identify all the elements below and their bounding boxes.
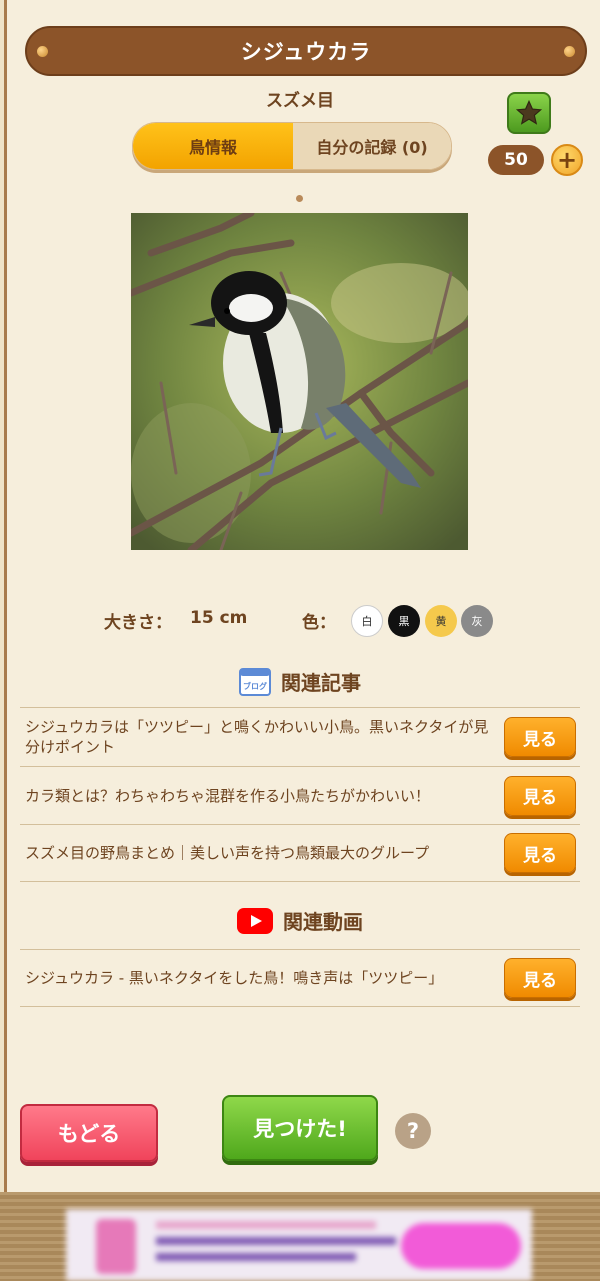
video-title[interactable]: シジュウカラ - 黒いネクタイをした鳥！鳴き声は「ツツピー」 bbox=[20, 968, 504, 988]
blog-icon: ブログ bbox=[239, 667, 271, 696]
found-button[interactable]: 見つけた! bbox=[222, 1095, 378, 1161]
blog-icon-text: ブログ bbox=[243, 681, 267, 691]
video-row: シジュウカラ - 黒いネクタイをした鳥！鳴き声は「ツツピー」 見る bbox=[20, 949, 580, 1007]
article-title[interactable]: スズメ目の野鳥まとめ｜美しい声を持つ鳥類最大のグループ bbox=[20, 843, 504, 863]
back-button[interactable]: もどる bbox=[20, 1104, 158, 1162]
page-indicator bbox=[296, 195, 303, 202]
article-row: スズメ目の野鳥まとめ｜美しい声を持つ鳥類最大のグループ 見る bbox=[20, 824, 580, 882]
articles-heading: ブログ 関連記事 bbox=[0, 667, 600, 696]
page-panel: シジュウカラ bbox=[4, 0, 600, 1192]
bird-photo bbox=[131, 213, 468, 550]
size-value: 15 cm bbox=[190, 608, 248, 628]
tab-bird-info[interactable]: 鳥情報 bbox=[133, 123, 293, 169]
coin-count: 50 bbox=[488, 145, 544, 175]
tab-bar: 鳥情報 自分の記録 (0) bbox=[132, 122, 452, 170]
see-article-button[interactable]: 見る bbox=[504, 833, 576, 873]
add-coins-button[interactable]: + bbox=[551, 144, 583, 176]
page-title: シジュウカラ bbox=[240, 40, 372, 64]
size-label: 大きさ： bbox=[104, 613, 172, 633]
color-label: 色： bbox=[302, 613, 336, 633]
color-swatch-black: 黒 bbox=[388, 605, 420, 637]
article-title[interactable]: カラ類とは？わちゃわちゃ混群を作る小鳥たちがかわいい！ bbox=[20, 786, 504, 806]
title-bar: シジュウカラ bbox=[25, 26, 587, 76]
see-article-button[interactable]: 見る bbox=[504, 775, 576, 816]
color-swatch-gray: 灰 bbox=[461, 605, 493, 637]
see-article-button[interactable]: 見る bbox=[504, 717, 576, 757]
see-video-button[interactable]: 見る bbox=[504, 958, 576, 998]
star-icon bbox=[515, 99, 543, 125]
color-swatch-yellow: 黄 bbox=[425, 605, 457, 637]
articles-heading-text: 関連記事 bbox=[281, 671, 361, 695]
videos-heading-text: 関連動画 bbox=[283, 910, 363, 934]
color-swatch-white: 白 bbox=[351, 605, 383, 637]
ad-banner[interactable] bbox=[66, 1209, 532, 1281]
article-row: カラ類とは？わちゃわちゃ混群を作る小鳥たちがかわいい！ 見る bbox=[20, 766, 580, 824]
article-row: シジュウカラは「ツツピー」と鳴くかわいい小鳥。黒いネクタイが見分けポイント 見る bbox=[20, 707, 580, 766]
rivet-right-icon bbox=[564, 46, 575, 57]
tab-my-records[interactable]: 自分の記録 (0) bbox=[293, 123, 451, 169]
youtube-icon bbox=[237, 907, 273, 934]
help-button[interactable]: ? bbox=[395, 1113, 431, 1149]
rivet-left-icon bbox=[37, 46, 48, 57]
videos-heading: 関連動画 bbox=[0, 906, 600, 935]
article-title[interactable]: シジュウカラは「ツツピー」と鳴くかわいい小鳥。黒いネクタイが見分けポイント bbox=[20, 717, 504, 757]
favorite-button[interactable] bbox=[507, 92, 551, 134]
